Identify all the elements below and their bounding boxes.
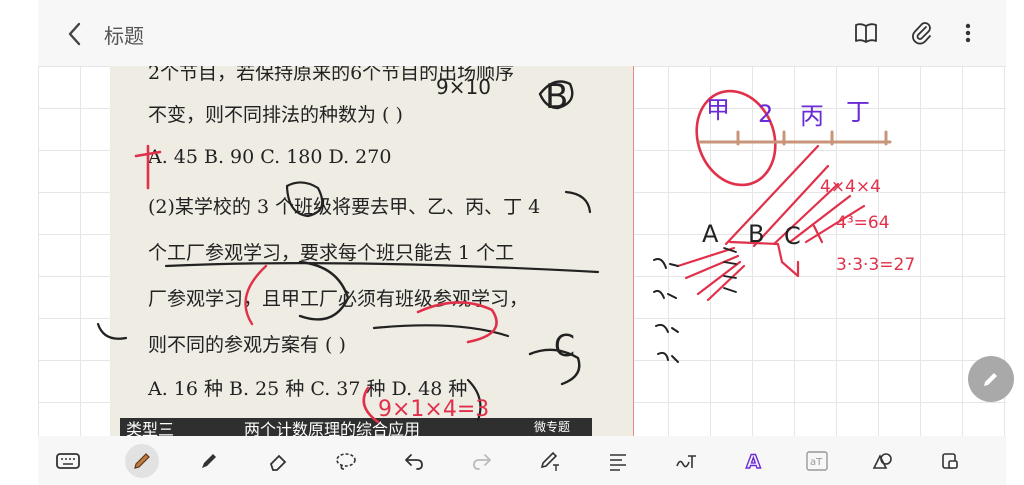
back-icon[interactable] [60,19,90,49]
more-icon[interactable] [953,18,983,48]
factory-label: 甲 [706,96,730,124]
text-format-icon[interactable] [601,444,635,478]
eraser-icon[interactable] [261,444,295,478]
class-label: B [748,220,764,248]
undo-icon[interactable] [397,444,431,478]
redo-icon[interactable] [465,444,499,478]
note-title[interactable]: 标题 [104,20,144,49]
lock-icon[interactable] [933,444,967,478]
note-calc: 3·3·3=27 [836,255,915,275]
svg-text:A: A [746,451,761,472]
answer-c: C [554,329,575,364]
handwriting-convert-icon[interactable] [669,444,703,478]
pen-icon[interactable] [125,444,159,478]
ai-font-icon[interactable]: A [737,444,771,478]
text-recognize-icon[interactable]: aT [800,444,834,478]
class-label: C [784,222,801,250]
note-handwriting: 9×10 [436,75,491,99]
note-calc: 4³=64 [836,213,890,233]
book-icon[interactable] [851,18,881,48]
class-label: A [702,220,719,248]
red-mark [134,144,162,190]
attach-icon[interactable] [907,18,937,48]
factory-label: 丙 [800,102,824,130]
keyboard-icon[interactable] [51,444,85,478]
lasso-icon[interactable] [329,444,363,478]
svg-text:aT: aT [810,457,823,468]
bottom-toolbar [38,436,1006,485]
factory-label: 丁 [846,98,870,126]
note-canvas[interactable]: 2个节目，若保持原来的6个节目的出场顺序 不变，则不同排法的种数为 ( ) A.… [38,66,1006,436]
highlighter-icon[interactable] [192,444,226,478]
shapes-icon[interactable] [865,444,899,478]
edit-pen-fab[interactable] [968,356,1014,402]
note-calc: 4×4×4 [820,177,881,197]
text-pen-icon[interactable] [533,444,567,478]
factory-label: 2 [758,100,773,128]
note-calc-red: 9×1×4=3 [378,397,489,422]
answer-b: B [545,77,568,117]
handwriting-layer: 9×10 B C 9×1×4=3 甲 2 丙 丁 A B C 4×4×4 4³=… [96,75,915,424]
